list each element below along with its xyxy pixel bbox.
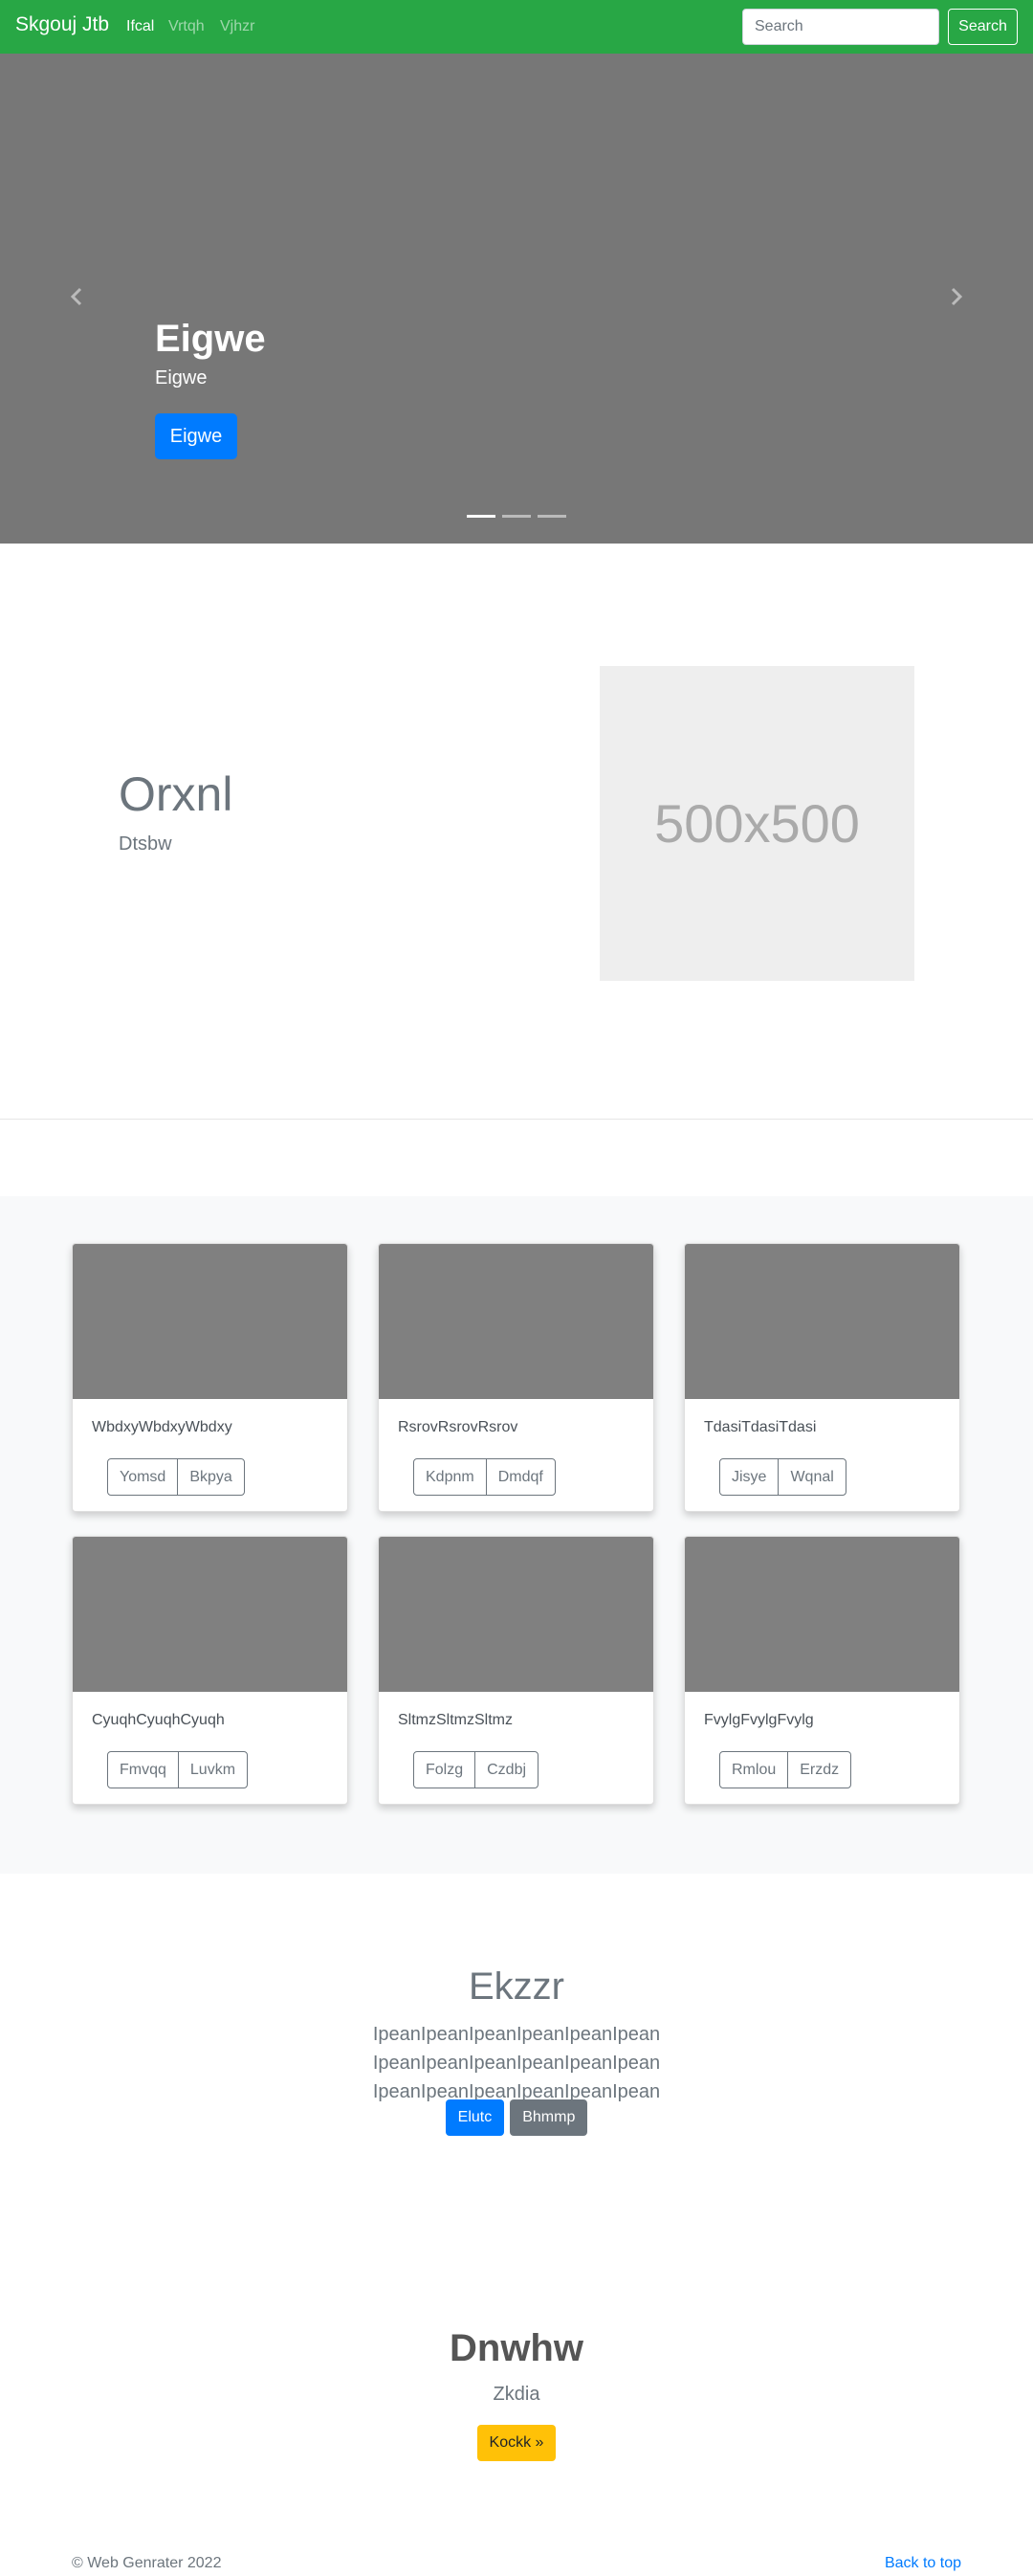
jumbotron-buttons: Elutc Bhmmp xyxy=(0,2099,1033,2136)
card-button-1[interactable]: Fmvqq xyxy=(107,1751,179,1788)
album: WbdxyWbdxyWbdxy Yomsd Bkpya RsrovRsrovRs… xyxy=(0,1196,1033,1874)
card-image xyxy=(379,1244,653,1399)
card-text: SltmzSltmzSltmz xyxy=(398,1712,513,1728)
search-input[interactable] xyxy=(742,9,939,45)
featurette-heading: Orxnl xyxy=(119,767,233,821)
card-button-group: Kdpnm Dmdqf xyxy=(413,1458,556,1496)
card-button-group: Folzg Czdbj xyxy=(413,1751,539,1788)
card-button-group: Yomsd Bkpya xyxy=(107,1458,245,1496)
carousel-indicator-3[interactable] xyxy=(538,515,566,518)
featurette-subheading: Dtsbw xyxy=(119,833,172,855)
card-button-2[interactable]: Czdbj xyxy=(474,1751,539,1788)
divider xyxy=(0,1119,1033,1120)
featurette-image-placeholder: 500x500 xyxy=(600,666,914,981)
card-image xyxy=(73,1537,347,1692)
card-button-2[interactable]: Wqnal xyxy=(778,1458,846,1496)
chevron-left-icon xyxy=(68,287,87,311)
card: CyuqhCyuqhCyuqh Fmvqq Luvkm xyxy=(72,1536,348,1805)
card-button-2[interactable]: Dmdqf xyxy=(485,1458,556,1496)
card-text: CyuqhCyuqhCyuqh xyxy=(92,1712,225,1728)
carousel-indicator-1[interactable] xyxy=(467,515,495,518)
card-button-1[interactable]: Jisye xyxy=(719,1458,780,1496)
card: WbdxyWbdxyWbdxy Yomsd Bkpya xyxy=(72,1243,348,1512)
section-subtitle: Zkdia xyxy=(493,2384,540,2405)
carousel-prev-button[interactable] xyxy=(0,54,155,544)
jumbotron-secondary-button[interactable]: Bhmmp xyxy=(510,2099,588,2136)
carousel-indicator-2[interactable] xyxy=(502,515,531,518)
jumbotron-lead: IpeanIpeanIpeanIpeanIpeanIpean IpeanIpea… xyxy=(372,2024,661,2102)
card-image xyxy=(685,1244,959,1399)
card: RsrovRsrovRsrov Kdpnm Dmdqf xyxy=(378,1243,654,1512)
card-text: TdasiTdasiTdasi xyxy=(704,1419,817,1435)
card-text: RsrovRsrovRsrov xyxy=(398,1419,518,1435)
carousel-indicators xyxy=(467,515,566,519)
card-image xyxy=(379,1537,653,1692)
navbar: Skgouj Jtb Ifcal Vrtqh Vjhzr Search xyxy=(0,0,1033,54)
card-button-group: Rmlou Erzdz xyxy=(719,1751,852,1788)
card-button-1[interactable]: Rmlou xyxy=(719,1751,789,1788)
carousel-cta-button[interactable]: Eigwe xyxy=(155,413,237,459)
card-button-2[interactable]: Bkpya xyxy=(177,1458,245,1496)
carousel: Eigwe Eigwe Eigwe xyxy=(0,54,1033,544)
carousel-next-button[interactable] xyxy=(878,54,1033,544)
card-button-2[interactable]: Erzdz xyxy=(787,1751,852,1788)
card-button-group: Fmvqq Luvkm xyxy=(107,1751,249,1788)
card-text: WbdxyWbdxyWbdxy xyxy=(92,1419,232,1435)
nav-link-vjhzr[interactable]: Vjhzr xyxy=(220,18,254,35)
card: TdasiTdasiTdasi Jisye Wqnal xyxy=(684,1243,960,1512)
carousel-subtitle: Eigwe xyxy=(155,367,208,389)
section-warning-button[interactable]: Kockk » xyxy=(476,2425,557,2461)
image-size-label: 500x500 xyxy=(654,793,860,854)
card: SltmzSltmzSltmz Folzg Czdbj xyxy=(378,1536,654,1805)
jumbotron-primary-button[interactable]: Elutc xyxy=(445,2099,505,2136)
footer-copyright: © Web Genrater 2022 xyxy=(72,2555,222,2571)
card-button-2[interactable]: Luvkm xyxy=(177,1751,249,1788)
card-button-1[interactable]: Yomsd xyxy=(107,1458,179,1496)
nav-link-vrtqh[interactable]: Vrtqh xyxy=(168,18,205,35)
card-button-1[interactable]: Folzg xyxy=(413,1751,476,1788)
carousel-title: Eigwe xyxy=(155,318,266,360)
jumbotron-title: Ekzzr xyxy=(469,1965,564,2008)
section-button-wrap: Kockk » xyxy=(0,2425,1033,2461)
back-to-top-link[interactable]: Back to top xyxy=(885,2555,961,2572)
chevron-right-icon xyxy=(946,287,965,311)
section-title: Dnwhw xyxy=(450,2327,583,2369)
card-image xyxy=(73,1244,347,1399)
search-button[interactable]: Search xyxy=(948,9,1018,45)
card: FvylgFvylgFvylg Rmlou Erzdz xyxy=(684,1536,960,1805)
nav-link-ifcal[interactable]: Ifcal xyxy=(126,18,154,35)
navbar-brand[interactable]: Skgouj Jtb xyxy=(15,13,109,36)
card-button-1[interactable]: Kdpnm xyxy=(413,1458,487,1496)
card-button-group: Jisye Wqnal xyxy=(719,1458,846,1496)
card-text: FvylgFvylgFvylg xyxy=(704,1712,814,1728)
card-image xyxy=(685,1537,959,1692)
